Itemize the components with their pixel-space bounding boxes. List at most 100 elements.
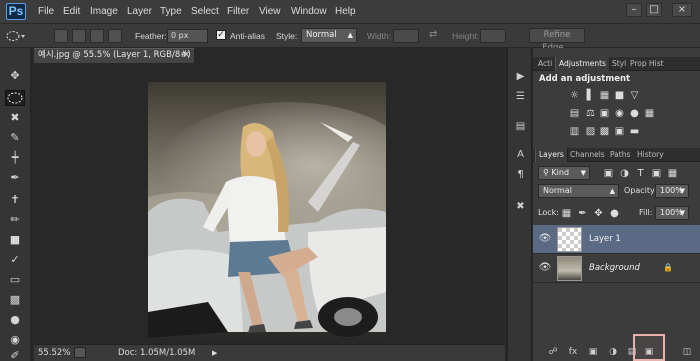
filter-smart-icon[interactable]: ▦	[667, 168, 678, 179]
close-button[interactable]: ×	[672, 3, 692, 17]
lock-move-icon[interactable]: ✥	[593, 208, 604, 219]
filter-pixel-icon[interactable]: ▣	[603, 168, 614, 179]
gradient-icon[interactable]: ▩	[5, 292, 25, 308]
add-selection-button[interactable]	[72, 29, 86, 43]
actions-icon[interactable]: ▶	[513, 70, 528, 84]
style-select[interactable]: Normal ▲	[301, 28, 357, 43]
menu-select[interactable]: Select	[191, 6, 219, 17]
lock-paint-icon[interactable]: ✒	[577, 208, 588, 219]
paragraph-icon[interactable]: ¶	[513, 168, 528, 182]
menu-layer[interactable]: Layer	[127, 6, 152, 17]
curves-icon[interactable]: ▦	[599, 90, 610, 101]
kind-filter-select[interactable]: ⚲ Kind ▼	[538, 166, 590, 180]
layer-name[interactable]: Layer 1	[589, 234, 621, 244]
subtract-selection-button[interactable]	[90, 29, 104, 43]
menu-image[interactable]: Image	[90, 6, 118, 17]
swap-icon[interactable]: ⇄	[429, 29, 437, 40]
stamp-icon[interactable]: ■	[5, 232, 25, 248]
menu-help[interactable]: Help	[335, 6, 356, 17]
invert-icon[interactable]: ▥	[569, 126, 580, 137]
color-lookup-icon[interactable]: ▦	[644, 108, 655, 119]
brush-icon[interactable]: ✏	[5, 212, 25, 228]
hue-saturation-icon[interactable]: ▤	[569, 108, 580, 119]
quick-select-icon[interactable]: ✎	[5, 130, 25, 146]
menu-edit[interactable]: Edit	[63, 6, 80, 17]
selective-color-icon[interactable]: ▣	[614, 126, 625, 137]
blur-icon[interactable]: ●	[5, 312, 25, 328]
filter-adjustment-icon[interactable]: ◑	[619, 168, 630, 179]
tool-presets-icon[interactable]: ✖	[513, 200, 528, 214]
marquee-icon[interactable]	[5, 90, 25, 106]
restore-button[interactable]: □	[646, 3, 662, 17]
tool-preset-picker[interactable]	[6, 29, 26, 43]
crop-icon[interactable]: ┿	[5, 150, 25, 166]
fx-icon[interactable]: fx	[567, 346, 579, 358]
filter-shape-icon[interactable]: ▣	[651, 168, 662, 179]
tab-adjustments[interactable]: Adjustments	[555, 57, 610, 71]
color-balance-icon[interactable]: ⚖	[585, 108, 596, 119]
dodge-icon[interactable]: ◉	[5, 332, 25, 348]
close-icon[interactable]: ×	[183, 49, 190, 62]
adjust-sliders-icon[interactable]: ☰	[513, 90, 528, 104]
menu-window[interactable]: Window	[291, 6, 327, 17]
eye-icon[interactable]: 👁	[538, 233, 552, 245]
healing-icon[interactable]: ✝	[5, 192, 25, 208]
feather-input[interactable]: 0 px	[167, 29, 208, 43]
channel-mixer-icon[interactable]: ●	[629, 108, 640, 119]
tab-actions[interactable]: Acti	[535, 57, 555, 71]
threshold-icon[interactable]: ▩	[599, 126, 610, 137]
character-icon[interactable]: A	[513, 148, 528, 162]
gradient-map-icon[interactable]: ▬	[629, 126, 640, 137]
minimize-button[interactable]: –	[626, 3, 642, 17]
history-brush-icon[interactable]: ✓	[5, 252, 25, 268]
layer-row[interactable]: 👁 Background 🔒	[533, 254, 700, 283]
menu-type[interactable]: Type	[160, 6, 182, 17]
eyedropper-icon[interactable]: ✒	[5, 170, 25, 186]
tab-history-2[interactable]: History	[634, 148, 667, 162]
tab-history[interactable]: Hist	[646, 57, 667, 71]
document-icon[interactable]: ▤	[513, 120, 528, 134]
tab-channels[interactable]: Channels	[567, 148, 608, 162]
layer-row[interactable]: 👁 Layer 1	[533, 225, 700, 254]
posterize-icon[interactable]: ▨	[585, 126, 596, 137]
vibrance-icon[interactable]: ▽	[629, 90, 640, 101]
intersect-selection-button[interactable]	[108, 29, 122, 43]
status-menu-icon[interactable]	[74, 347, 86, 358]
brightness-icon[interactable]: ☼	[569, 90, 580, 101]
menu-file[interactable]: File	[38, 6, 54, 17]
black-white-icon[interactable]: ▣	[599, 108, 610, 119]
adjustment-layer-icon[interactable]: ◑	[607, 346, 619, 358]
height-input[interactable]	[480, 29, 506, 43]
status-arrow-icon[interactable]: ▶	[212, 349, 217, 357]
new-layer-icon[interactable]: ▣	[643, 346, 655, 358]
width-input[interactable]	[393, 29, 419, 43]
lasso-icon[interactable]: ✖	[5, 110, 25, 126]
document-image[interactable]	[148, 82, 386, 338]
lock-all-icon[interactable]: ●	[609, 208, 620, 219]
photo-filter-icon[interactable]: ◉	[614, 108, 625, 119]
lock-transparent-icon[interactable]: ▦	[561, 208, 572, 219]
new-selection-button[interactable]	[54, 29, 68, 43]
menu-view[interactable]: View	[259, 6, 281, 17]
tab-paths[interactable]: Paths	[607, 148, 633, 162]
refine-edge-button[interactable]: Refine Edge...	[529, 28, 585, 53]
filter-type-icon[interactable]: T	[635, 168, 646, 179]
zoom-level[interactable]: 55.52%	[38, 348, 70, 358]
pen-icon[interactable]: ✐	[5, 350, 25, 361]
document-tab[interactable]: 예시.jpg @ 55.5% (Layer 1, RGB/8#) * ×	[34, 48, 194, 73]
layer-name[interactable]: Background	[589, 263, 640, 273]
exposure-icon[interactable]: ■	[614, 90, 625, 101]
eraser-icon[interactable]: ▭	[5, 272, 25, 288]
levels-icon[interactable]: ▌	[585, 90, 596, 101]
move-icon[interactable]: ✥	[5, 68, 25, 84]
fill-input[interactable]: 100% ▼	[655, 206, 689, 220]
link-layers-icon[interactable]: ☍	[547, 346, 559, 358]
blend-mode-select[interactable]: Normal ▲	[538, 184, 619, 198]
antialias-checkbox[interactable]: ✓	[216, 30, 226, 40]
opacity-input[interactable]: 100% ▼	[655, 184, 689, 198]
layer-mask-icon[interactable]: ▣	[587, 346, 599, 358]
tab-layers[interactable]: Layers	[535, 148, 568, 162]
trash-icon[interactable]: ◫	[681, 346, 693, 358]
eye-icon[interactable]: 👁	[538, 262, 552, 274]
menu-filter[interactable]: Filter	[227, 6, 249, 17]
